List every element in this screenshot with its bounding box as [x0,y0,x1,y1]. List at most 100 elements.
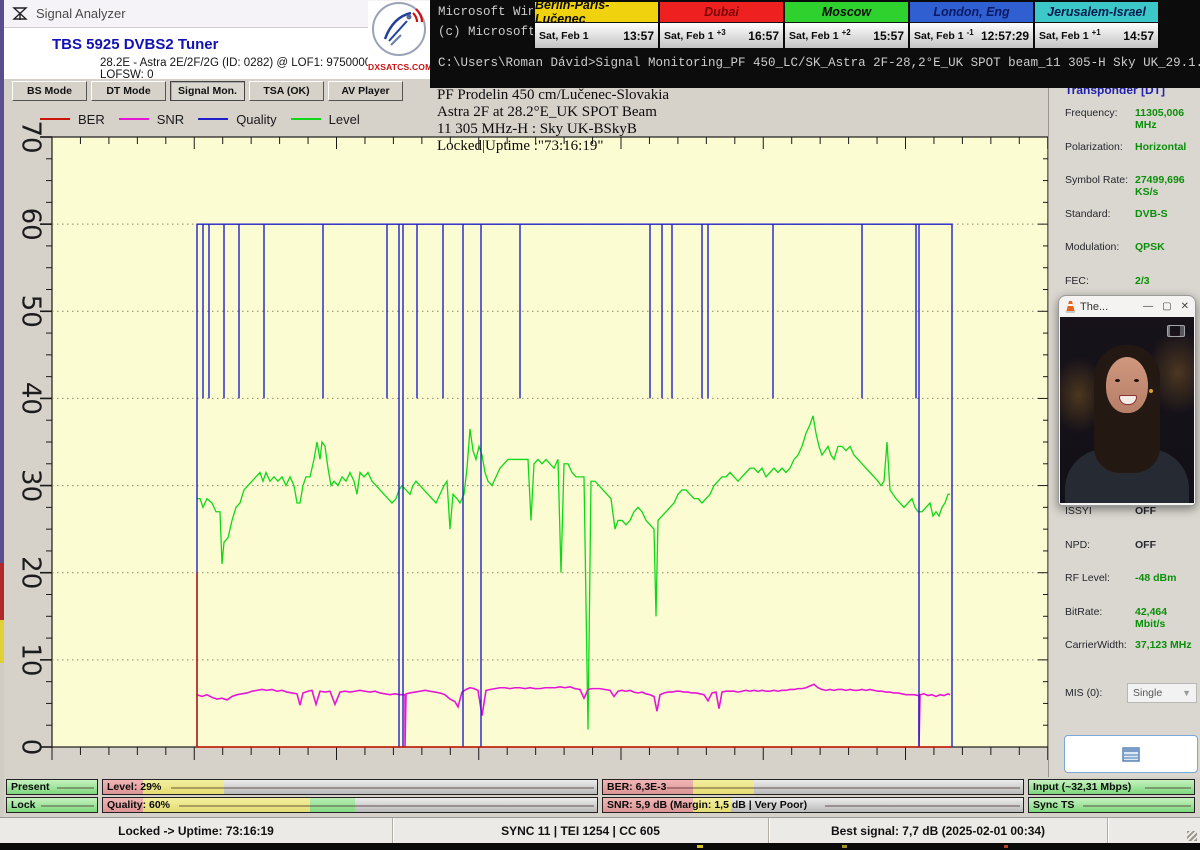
chart-annotation: PF Prodelin 450 cm/Lučenec-Slovakia Astr… [437,87,669,155]
dxsatcs-dish-icon [371,1,427,57]
field-value: 37,123 MHz [1135,639,1192,651]
minimize-icon[interactable]: — [1143,301,1153,312]
clock-utc-offset: -1 [967,28,974,37]
clock-time: 14:57 [1123,29,1154,43]
field-label: Symbol Rate: [1065,174,1128,186]
legend-swatch-quality [198,118,228,120]
clock-utc-offset: +2 [842,28,851,37]
legend-label: BER [78,112,105,127]
clock-time-row: Sat, Feb 113:57 [535,23,658,48]
field-label: CarrierWidth: [1065,639,1127,651]
satellite-antenna-icon [12,6,28,22]
chevron-down-icon: ▼ [1182,688,1191,698]
tuner-header: TBS 5925 DVBS2 Tuner 28.2E - Astra 2E/2F… [4,28,430,79]
mis-value: Single [1133,687,1162,699]
clock-date: Sat, Feb 1 [664,30,714,42]
close-icon[interactable]: ✕ [1181,301,1189,312]
field-label: RF Level: [1065,572,1110,584]
clock-date: Sat, Feb 1 [1039,30,1089,42]
vlc-video-frame[interactable] [1060,317,1194,503]
field-label: Frequency: [1065,107,1118,119]
ber-progress-bar: BER: 6,3E-3 [602,779,1024,795]
input-label: Input (~32,31 Mbps) [1033,781,1131,793]
chart-legend: BER SNR Quality Level [40,108,360,130]
y-axis-label: 40 [16,382,46,415]
cmd-line-1: Microsoft Wind [438,5,543,19]
tab-tsa-ok[interactable]: TSA (OK) [249,81,324,101]
statusbar-best-signal: Best signal: 7,7 dB (2025-02-01 00:34) [769,818,1108,844]
field-value: QPSK [1135,241,1165,253]
tab-bs-mode[interactable]: BS Mode [12,81,87,101]
vlc-title: The... [1080,301,1108,313]
vlc-cone-icon [1065,301,1076,313]
annotation-line-4: Locked|Uptime :"73:16:19" [437,138,669,155]
list-icon [1122,747,1140,762]
tab-dt-mode[interactable]: DT Mode [91,81,166,101]
field-label: ISSYI [1065,505,1092,517]
channel-badge [1167,325,1185,337]
legend-label: Level [329,112,360,127]
annotation-line-1: PF Prodelin 450 cm/Lučenec-Slovakia [437,87,669,104]
resize-grip[interactable] [1187,831,1197,841]
legend-label: Quality [236,112,276,127]
tuner-title: TBS 5925 DVBS2 Tuner [52,36,218,53]
clock-city: Moscow [785,2,908,23]
woman-eye-right [1134,379,1139,382]
snr-progress-bar: SNR: 5,9 dB (Margin: 1,5 dB | Very Poor) [602,797,1024,813]
field-value: -48 dBm [1135,572,1176,584]
legend-item-quality: Quality [198,112,276,127]
field-value: 2/3 [1135,275,1150,287]
legend-swatch-ber [40,118,70,120]
present-indicator: Present [6,779,98,795]
annotation-line-3: 11 305 MHz-H : Sky UK-BSkyB [437,121,669,138]
signal-chart: 010203040506070 [4,100,1048,790]
clock-date: Sat, Feb 1 [914,30,964,42]
dxsatcs-logo-text: DXSATCS.COM [368,62,430,72]
lock-indicator: Lock [6,797,98,813]
window-title: Signal Analyzer [36,6,126,21]
statusbar: Locked -> Uptime: 73:16:19 SYNC 11 | TEI… [0,817,1200,844]
legend-swatch-level [291,118,321,120]
clock-time: 16:57 [748,29,779,43]
statusbar-uptime: Locked -> Uptime: 73:16:19 [0,818,393,844]
field-value: 27499,696 KS/s [1135,174,1200,198]
clock-time-row: Sat, Feb 1-112:57:29 [910,23,1033,48]
level-label: Level: 29% [107,781,161,793]
clock-time: 15:57 [873,29,904,43]
legend-item-level: Level [291,112,360,127]
y-axis-label: 20 [16,556,46,589]
mis-dropdown[interactable]: Single ▼ [1127,683,1197,703]
level-progress-bar: Level: 29% [102,779,598,795]
clock-time-row: Sat, Feb 1+316:57 [660,23,783,48]
maximize-icon[interactable]: ▢ [1162,301,1171,312]
field-value: OFF [1135,539,1156,551]
snr-label: SNR: 5,9 dB (Margin: 1,5 dB | Very Poor) [607,799,807,811]
field-value: DVB-S [1135,208,1168,220]
vlc-titlebar[interactable]: The... — ▢ ✕ [1059,296,1195,317]
field-label: Modulation: [1065,241,1119,253]
field-value: 11305,006 MHz [1135,107,1200,131]
tab-av-player[interactable]: AV Player [328,81,403,101]
status-bar-row-2: Lock Quality: 60% SNR: 5,9 dB (Margin: 1… [0,797,1200,813]
clock-date: Sat, Feb 1 [539,30,589,42]
y-axis-label: 30 [16,469,46,502]
signal-chart-area: 010203040506070 [4,100,1048,790]
annotation-line-2: Astra 2F at 28.2°E_UK SPOT Beam [437,104,669,121]
field-value: OFF [1135,505,1156,517]
signal-analyzer-titlebar[interactable]: Signal Analyzer [4,0,430,28]
clock-utc-offset: +1 [1092,28,1101,37]
legend-item-snr: SNR [119,112,184,127]
vlc-player-window[interactable]: The... — ▢ ✕ [1058,295,1196,506]
legend-swatch-snr [119,118,149,120]
world-clocks: Berlin-Paris-LučenecSat, Feb 113:57Dubai… [533,0,1160,50]
woman-earring [1149,389,1153,393]
clock-city: Dubai [660,2,783,23]
transponder-list-button[interactable] [1064,735,1198,773]
tab-signal-mon[interactable]: Signal Mon. [170,81,245,101]
clock-dubai: DubaiSat, Feb 1+316:57 [660,2,785,48]
field-label: FEC: [1065,275,1089,287]
y-axis-label: 50 [16,295,46,328]
y-axis-label: 60 [16,208,46,241]
field-label: NPD: [1065,539,1090,551]
field-label: Standard: [1065,208,1111,220]
